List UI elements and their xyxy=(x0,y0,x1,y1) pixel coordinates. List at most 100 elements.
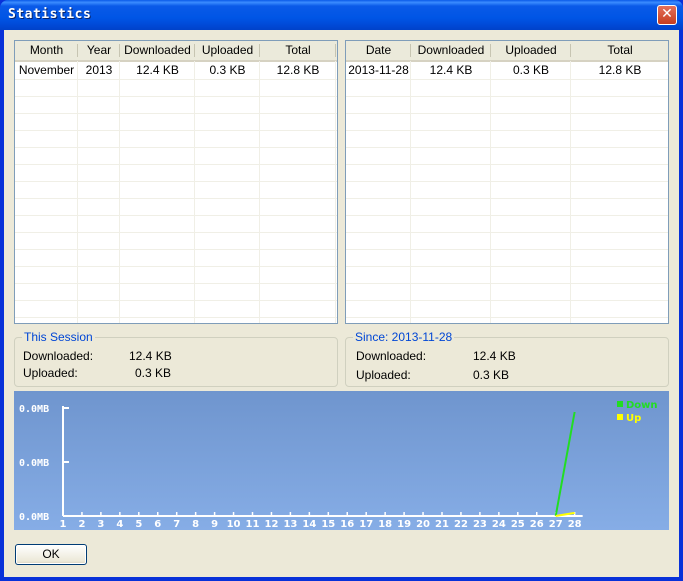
grid-line xyxy=(346,300,668,301)
x-tick-label: 13 xyxy=(283,519,297,530)
y-tick-label: 0.0MB xyxy=(19,404,49,415)
grid-line xyxy=(346,198,668,199)
y-tick-label: 0.0MB xyxy=(19,458,49,469)
grid-line xyxy=(346,266,668,267)
title-bar[interactable]: Statistics ✕ xyxy=(0,0,683,30)
x-tick-label: 4 xyxy=(116,519,123,530)
x-tick-label: 7 xyxy=(173,519,180,530)
x-tick-label: 8 xyxy=(192,519,199,530)
grid-line xyxy=(15,317,337,318)
traffic-chart: 0.0MB 0.0MB 0.0MB 1 2 3 4 5 6 7 8 9 10 11 12 13 14 15 16 17… xyxy=(14,391,669,530)
session-downloaded-value: 12.4 KB xyxy=(129,349,172,363)
window-title: Statistics xyxy=(8,7,92,22)
ok-button[interactable]: OK xyxy=(15,544,87,565)
cell-uploaded: 0.3 KB xyxy=(512,63,550,77)
column-header-date[interactable]: Date xyxy=(346,41,411,60)
cell-downloaded: 12.4 KB xyxy=(429,63,473,77)
column-header-total[interactable]: Total xyxy=(260,41,336,60)
grid-line xyxy=(570,61,571,323)
grid-line xyxy=(15,266,337,267)
since-uploaded-value: 0.3 KB xyxy=(473,368,510,382)
grid-line xyxy=(15,147,337,148)
grid-line xyxy=(346,130,668,131)
x-tick-label: 1 xyxy=(60,519,67,530)
since-downloaded-label: Downloaded: xyxy=(356,349,427,363)
x-tick-label: 19 xyxy=(397,519,411,530)
grid-line xyxy=(15,283,337,284)
column-header-total[interactable]: Total xyxy=(571,41,668,60)
x-tick-label: 22 xyxy=(454,519,468,530)
legend-label-up: Up xyxy=(626,413,641,424)
this-session-group: This Session Downloaded: 12.4 KB Uploade… xyxy=(14,330,338,387)
cell-date: 2013-11-28 xyxy=(348,63,409,77)
grid-line xyxy=(346,147,668,148)
table-row[interactable]: 2013-11-28 12.4 KB 0.3 KB 12.8 KB xyxy=(346,62,668,79)
grid-line xyxy=(346,96,668,97)
grid-line xyxy=(410,61,411,323)
column-header-uploaded[interactable]: Uploaded xyxy=(195,41,260,60)
x-tick-label: 12 xyxy=(264,519,278,530)
grid-line xyxy=(15,181,337,182)
grid-line xyxy=(346,283,668,284)
daily-stats-table[interactable]: Date Downloaded Uploaded Total 2013-11-28 12.… xyxy=(345,40,669,324)
cell-uploaded: 0.3 KB xyxy=(209,63,246,77)
x-tick-label: 26 xyxy=(530,519,544,530)
cell-year: 2013 xyxy=(85,63,113,77)
grid-line xyxy=(15,96,337,97)
grid-line xyxy=(119,61,120,323)
column-header-downloaded[interactable]: Downloaded xyxy=(411,41,491,60)
column-header-downloaded[interactable]: Downloaded xyxy=(120,41,195,60)
x-tick-label: 11 xyxy=(246,519,260,530)
column-header-month[interactable]: Month xyxy=(15,41,78,60)
x-tick-label: 18 xyxy=(378,519,392,530)
monthly-stats-table[interactable]: Month Year Downloaded Uploaded Total November… xyxy=(14,40,338,324)
column-header-uploaded[interactable]: Uploaded xyxy=(491,41,571,60)
x-tick-label: 2 xyxy=(78,519,85,530)
grid-line xyxy=(15,300,337,301)
grid-line xyxy=(15,113,337,114)
x-tick-label: 17 xyxy=(359,519,373,530)
cell-downloaded: 12.4 KB xyxy=(136,63,179,77)
x-tick-label: 21 xyxy=(435,519,449,530)
x-tick-label: 20 xyxy=(416,519,430,530)
table-row[interactable]: November 2013 12.4 KB 0.3 KB 12.8 KB xyxy=(15,62,337,79)
since-title: Since: 2013-11-28 xyxy=(353,330,455,344)
session-uploaded-label: Uploaded: xyxy=(23,366,78,380)
grid-line xyxy=(668,61,669,324)
grid-line xyxy=(15,249,337,250)
x-tick-label: 16 xyxy=(340,519,354,530)
grid-line xyxy=(15,198,337,199)
session-uploaded-value: 0.3 KB xyxy=(135,366,172,380)
column-header-year[interactable]: Year xyxy=(78,41,120,60)
since-uploaded-label: Uploaded: xyxy=(356,368,411,382)
since-downloaded-value: 12.4 KB xyxy=(473,349,516,363)
legend-swatch-up xyxy=(617,414,623,420)
grid-line xyxy=(346,181,668,182)
x-tick-label: 5 xyxy=(135,519,142,530)
x-tick-label: 28 xyxy=(568,519,582,530)
x-tick-label: 6 xyxy=(154,519,161,530)
grid-line xyxy=(346,164,668,165)
grid-line xyxy=(490,61,491,323)
grid-line xyxy=(77,61,78,323)
session-downloaded-label: Downloaded: xyxy=(23,349,94,363)
grid-line xyxy=(346,249,668,250)
grid-line xyxy=(194,61,195,323)
close-icon[interactable]: ✕ xyxy=(657,5,677,25)
cell-month: November xyxy=(18,63,75,77)
grid-line xyxy=(15,164,337,165)
x-tick-label: 14 xyxy=(302,519,316,530)
x-tick-label: 15 xyxy=(321,519,335,530)
grid-line xyxy=(259,61,260,323)
statistics-window: Statistics ✕ Month Year Downloaded Uploaded… xyxy=(0,0,683,581)
table-header: Month Year Downloaded Uploaded Total xyxy=(15,41,337,62)
y-tick-label: 0.0MB xyxy=(19,512,49,523)
column-separator[interactable] xyxy=(335,44,336,57)
since-group: Since: 2013-11-28 Downloaded: 12.4 KB Up… xyxy=(345,330,669,387)
grid-line xyxy=(346,232,668,233)
legend-label-down: Down xyxy=(626,400,658,411)
column-separator[interactable] xyxy=(668,44,669,57)
dialog-body: Month Year Downloaded Uploaded Total November… xyxy=(4,30,679,577)
grid-line xyxy=(346,79,668,80)
grid-line xyxy=(335,61,336,323)
